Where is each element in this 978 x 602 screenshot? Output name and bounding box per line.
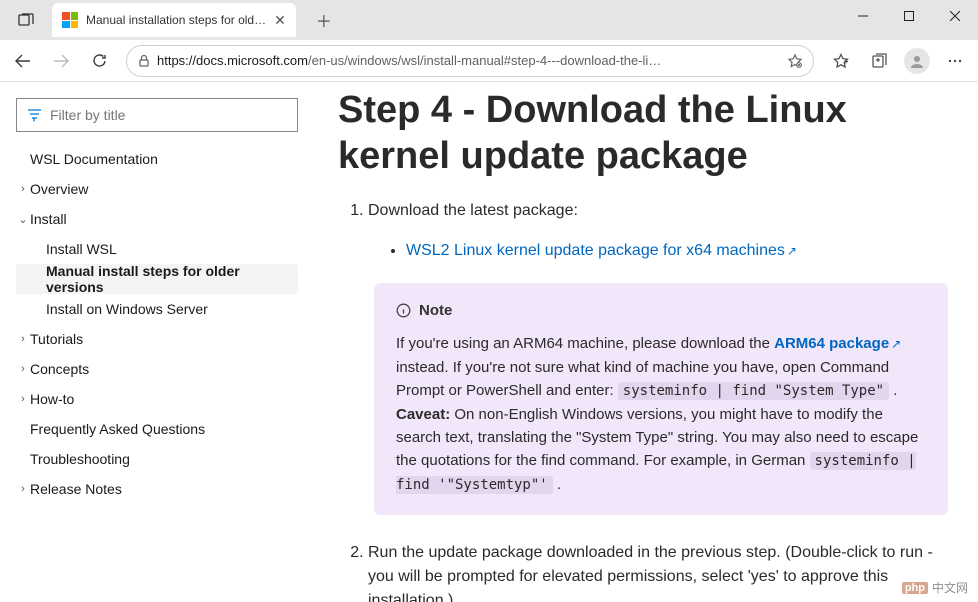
tab-title: Manual installation steps for old… — [86, 13, 266, 27]
refresh-button[interactable] — [82, 44, 116, 78]
sidebar-item-install[interactable]: ⌄Install — [16, 204, 298, 234]
download-link-item: WSL2 Linux kernel update package for x64… — [406, 239, 954, 263]
sidebar-item-release-notes[interactable]: ›Release Notes — [16, 474, 298, 504]
chevron-down-icon: ⌄ — [16, 213, 30, 226]
main-content: Step 4 - Download the Linux kernel updat… — [310, 82, 978, 602]
back-button[interactable] — [6, 44, 40, 78]
chevron-right-icon: › — [16, 333, 30, 345]
note-body: If you're using an ARM64 machine, please… — [396, 332, 926, 496]
lock-icon — [137, 54, 151, 68]
forward-button[interactable] — [44, 44, 78, 78]
browser-toolbar: https://docs.microsoft.com/en-us/windows… — [0, 40, 978, 82]
collections-button[interactable] — [862, 44, 896, 78]
sidebar-item-tutorials[interactable]: ›Tutorials — [16, 324, 298, 354]
sidebar-item-install-wsl[interactable]: Install WSL — [16, 234, 298, 264]
sidebar-item-label: Frequently Asked Questions — [30, 421, 205, 437]
maximize-button[interactable] — [886, 0, 932, 32]
browser-tab[interactable]: Manual installation steps for old… ✕ — [52, 3, 296, 37]
arm64-package-link[interactable]: ARM64 package↗ — [774, 335, 901, 352]
sidebar-item-label: Tutorials — [30, 331, 83, 347]
note-callout: Note If you're using an ARM64 machine, p… — [374, 283, 948, 514]
avatar-icon — [904, 48, 930, 74]
external-link-icon: ↗ — [891, 337, 901, 351]
sidebar-item-label: How-to — [30, 391, 74, 407]
note-header: Note — [396, 299, 926, 322]
code-systeminfo: systeminfo | find "System Type" — [618, 382, 889, 400]
favorite-icon[interactable] — [787, 53, 803, 69]
filter-box[interactable] — [16, 98, 298, 132]
more-button[interactable] — [938, 44, 972, 78]
sidebar-item-troubleshooting[interactable]: Troubleshooting — [16, 444, 298, 474]
sidebar-item-how-to[interactable]: ›How-to — [16, 384, 298, 414]
external-link-icon: ↗ — [787, 244, 797, 258]
chevron-right-icon: › — [16, 183, 30, 195]
favorites-button[interactable] — [824, 44, 858, 78]
new-tab-button[interactable]: ＋ — [308, 4, 340, 36]
chevron-right-icon: › — [16, 393, 30, 405]
page-heading: Step 4 - Download the Linux kernel updat… — [338, 88, 954, 179]
wsl2-kernel-link[interactable]: WSL2 Linux kernel update package for x64… — [406, 242, 797, 259]
step-2: Run the update package downloaded in the… — [368, 541, 954, 602]
sidebar-item-label: Install on Windows Server — [46, 301, 208, 317]
tab-actions-button[interactable] — [8, 2, 44, 38]
profile-button[interactable] — [900, 44, 934, 78]
sidebar-item-manual-install-steps-for-older-versions[interactable]: Manual install steps for older versions — [16, 264, 298, 294]
sidebar-item-label: Overview — [30, 181, 88, 197]
close-window-button[interactable] — [932, 0, 978, 32]
sidebar-item-overview[interactable]: ›Overview — [16, 174, 298, 204]
sidebar-item-label: Concepts — [30, 361, 89, 377]
step-1: Download the latest package: WSL2 Linux … — [368, 199, 954, 514]
minimize-button[interactable] — [840, 0, 886, 32]
window-controls — [840, 0, 978, 40]
sidebar-item-install-on-windows-server[interactable]: Install on Windows Server — [16, 294, 298, 324]
watermark: php中文网 — [902, 579, 968, 596]
sidebar-item-frequently-asked-questions[interactable]: Frequently Asked Questions — [16, 414, 298, 444]
address-bar[interactable]: https://docs.microsoft.com/en-us/windows… — [126, 45, 814, 77]
sidebar-item-label: Install — [30, 211, 67, 227]
window-titlebar: Manual installation steps for old… ✕ ＋ — [0, 0, 978, 40]
chevron-right-icon: › — [16, 363, 30, 375]
sidebar-item-label: Release Notes — [30, 481, 122, 497]
microsoft-favicon — [62, 12, 78, 28]
sidebar-item-label: Manual install steps for older versions — [46, 263, 298, 295]
filter-input[interactable] — [50, 107, 287, 123]
sidebar-item-label: Install WSL — [46, 241, 117, 257]
url-text: https://docs.microsoft.com/en-us/windows… — [157, 53, 781, 68]
chevron-right-icon: › — [16, 483, 30, 495]
sidebar-item-concepts[interactable]: ›Concepts — [16, 354, 298, 384]
sidebar-item-wsl-documentation[interactable]: WSL Documentation — [16, 144, 298, 174]
tab-close-button[interactable]: ✕ — [274, 12, 286, 29]
sidebar-nav: WSL Documentation›Overview⌄InstallInstal… — [0, 82, 310, 602]
info-icon — [396, 303, 411, 318]
sidebar-item-label: WSL Documentation — [30, 151, 158, 167]
filter-icon — [27, 108, 42, 123]
sidebar-item-label: Troubleshooting — [30, 451, 130, 467]
